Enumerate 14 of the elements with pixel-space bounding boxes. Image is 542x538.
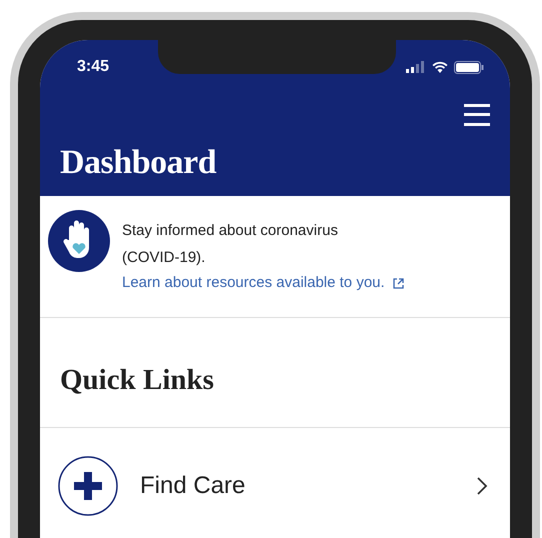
battery-icon (454, 60, 484, 74)
banner-message: Stay informed about coronavirus (COVID-19). (122, 221, 339, 268)
status-time: 3:45 (77, 58, 110, 76)
section-heading: Quick Links (60, 364, 215, 397)
wifi-icon (432, 61, 448, 73)
page-title: Dashboard (60, 144, 218, 182)
quick-link-row[interactable]: Find Care (40, 428, 510, 516)
plus-icon (58, 456, 118, 516)
external-link-icon (392, 278, 404, 288)
signal-icon (406, 61, 426, 73)
raised-hand-icon (48, 210, 110, 272)
menu-icon[interactable] (464, 104, 490, 126)
chevron-right-icon (476, 476, 488, 496)
resources-link[interactable]: Learn about resources available to you. (122, 271, 404, 295)
